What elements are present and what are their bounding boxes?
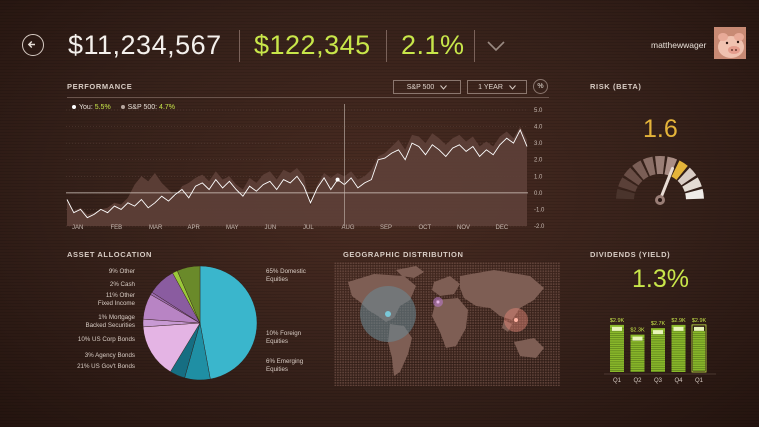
dividend-quarter-label: Q2 <box>633 378 642 384</box>
x-tick-label: MAR <box>149 225 163 231</box>
pie-label: 9% Other <box>108 268 135 275</box>
dividend-bar-label: $2.9K <box>692 318 707 324</box>
y-tick-label: -2.0 <box>534 224 545 230</box>
pie-label: 6% Emerging Equities <box>266 358 304 373</box>
dividend-quarter-label: Q1 <box>613 378 622 384</box>
asset-allocation-pie[interactable] <box>134 262 264 387</box>
dashboard: $11,234,567 $122,345 2.1% matthewwager P… <box>0 0 759 427</box>
x-tick-label: FEB <box>111 225 123 231</box>
dividend-bar <box>630 334 645 372</box>
x-tick-label: APR <box>188 225 201 231</box>
y-tick-label: 5.0 <box>534 108 543 114</box>
y-tick-label: 4.0 <box>534 125 543 131</box>
performance-title: PERFORMANCE <box>67 82 133 91</box>
pie-label: 3% Agency Bonds <box>84 352 135 359</box>
chevron-down-icon <box>440 84 448 90</box>
y-tick-label: 2.0 <box>534 158 543 164</box>
x-tick-label: AUG <box>342 225 355 231</box>
dividend-bar-label: $2.9K <box>671 318 686 324</box>
performance-chart[interactable]: 5.0 4.0 3.0 2.0 1.0 0.0 -1.0 -2.0 JAN FEB MAR APR MA… <box>66 104 552 234</box>
header-divider <box>474 30 475 62</box>
back-button[interactable] <box>22 34 44 56</box>
x-tick-label: MAY <box>226 225 239 231</box>
gauge-segment <box>655 156 665 175</box>
dividend-bar-label: $2.7K <box>651 321 666 327</box>
pie-label: 10% Foreign Equities <box>266 330 302 345</box>
pie-slice <box>199 265 258 380</box>
percent-toggle-button[interactable]: % <box>533 79 548 94</box>
x-tick-label: JAN <box>72 225 83 231</box>
pig-avatar-icon <box>714 27 746 59</box>
dividend-bar <box>610 324 624 372</box>
y-tick-label: 1.0 <box>534 174 543 180</box>
portfolio-value: $11,234,567 <box>68 30 222 60</box>
percent-toggle-label: % <box>537 83 544 90</box>
performance-divider <box>67 97 549 98</box>
change-value: $122,345 <box>254 30 371 60</box>
avatar[interactable] <box>714 27 746 59</box>
dividends-chart[interactable]: $2.9K Q1 $2.3K Q2 $2.7K Q3 $2.9K Q4 $2.9K Q1 <box>598 308 718 388</box>
dividend-bar <box>691 324 707 373</box>
header-divider <box>239 30 240 62</box>
dividend-bar-label: $2.9K <box>610 318 625 324</box>
change-percent: 2.1% <box>401 30 465 60</box>
x-tick-label: OCT <box>419 225 432 231</box>
range-dropdown-label: 1 YEAR <box>478 83 503 91</box>
x-tick-label: JUL <box>303 225 314 231</box>
dividends-title: DIVIDENDS (YIELD) <box>590 250 671 259</box>
benchmark-dropdown[interactable]: S&P 500 <box>393 80 461 94</box>
y-tick-label: -1.0 <box>534 207 545 213</box>
dividends-value: 1.3% <box>632 265 689 293</box>
username[interactable]: matthewwager <box>651 40 706 50</box>
y-tick-label: 0.0 <box>534 191 543 197</box>
pie-label: 65% Domestic Equities <box>266 268 306 283</box>
arrow-left-icon <box>27 41 35 48</box>
dividend-bar <box>671 324 686 372</box>
pie-label: 21% US Gov't Bonds <box>77 363 135 370</box>
header-divider <box>386 30 387 62</box>
pie-label: 10% US Corp Bonds <box>77 336 135 343</box>
pie-label: 11% Other Fixed Income <box>97 292 135 307</box>
risk-value: 1.6 <box>643 115 678 143</box>
dividend-quarter-label: Q1 <box>695 378 704 384</box>
x-tick-label: DEC <box>496 225 509 231</box>
world-map[interactable] <box>334 262 560 386</box>
x-tick-label: JUN <box>265 225 277 231</box>
dividend-quarter-label: Q3 <box>654 378 663 384</box>
asset-allocation-title: ASSET ALLOCATION <box>67 250 153 259</box>
risk-gauge <box>616 156 704 205</box>
dividend-quarter-label: Q4 <box>674 378 683 384</box>
pie-label: 2% Cash <box>109 281 135 288</box>
x-tick-label: NOV <box>457 225 470 231</box>
chevron-down-icon[interactable] <box>486 40 506 52</box>
risk-title: RISK (BETA) <box>590 82 642 91</box>
y-tick-label: 3.0 <box>534 141 543 147</box>
pie-label: 1% Mortgage Backed Securities <box>85 314 135 329</box>
benchmark-dropdown-label: S&P 500 <box>406 83 435 91</box>
x-tick-label: SEP <box>380 225 392 231</box>
cursor-point <box>335 177 340 182</box>
chevron-down-icon <box>509 84 516 90</box>
range-dropdown[interactable]: 1 YEAR <box>467 80 527 94</box>
dividend-bar <box>651 328 665 372</box>
dividend-bar-label: $2.3K <box>630 328 645 334</box>
geo-title: GEOGRAPHIC DISTRIBUTION <box>343 250 464 259</box>
